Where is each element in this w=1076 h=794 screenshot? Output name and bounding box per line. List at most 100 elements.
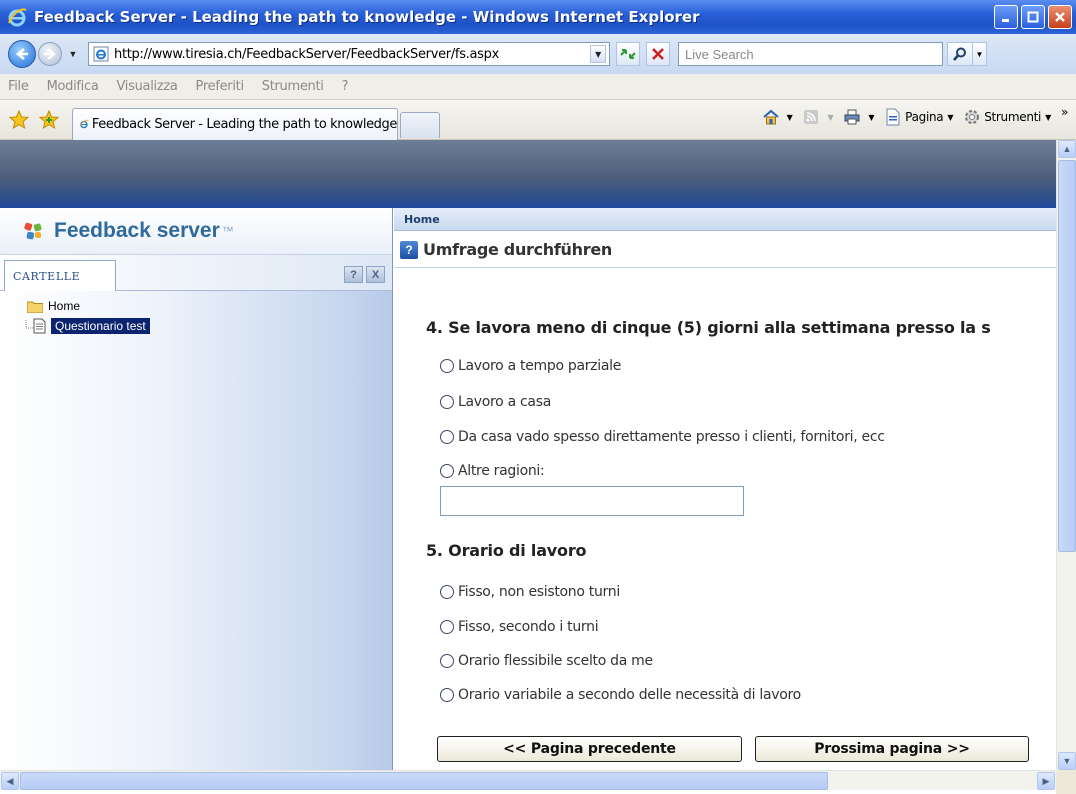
altre-ragioni-text-field[interactable] (440, 486, 744, 516)
window-titlebar: Feedback Server - Leading the path to kn… (0, 0, 1076, 34)
scroll-down-button[interactable]: ▼ (1058, 752, 1076, 770)
radio-button-icon[interactable] (440, 654, 454, 668)
ie-page-icon (93, 46, 109, 62)
radio-button-icon[interactable] (440, 688, 454, 702)
page-title: Umfrage durchführen (423, 240, 612, 259)
stop-icon (652, 48, 664, 60)
radio-button-icon[interactable] (440, 430, 454, 444)
scroll-right-button[interactable]: ▶ (1037, 772, 1055, 790)
arrow-left-icon (15, 48, 28, 60)
menu-strumenti[interactable]: Strumenti (262, 79, 324, 94)
radio-option-orario-flessibile[interactable]: Orario flessibile scelto da me (440, 653, 653, 669)
radio-option-fisso-no-turni[interactable]: Fisso, non esistono turni (440, 584, 620, 600)
question-5-title: 5. Orario di lavoro (426, 541, 587, 560)
menu-file[interactable]: File (8, 79, 29, 94)
tab-label: Feedback Server - Leading the path to kn… (91, 116, 398, 132)
next-page-button[interactable]: Prossima pagina >> (755, 736, 1029, 762)
minimize-icon (1002, 19, 1009, 22)
breadcrumb: Home (394, 208, 1056, 231)
survey-form: 4. Se lavora meno di cinque (5) giorni a… (394, 269, 1056, 770)
page-menu-button[interactable]: Pagina ▼ (884, 108, 953, 126)
radio-option-da-casa[interactable]: Da casa vado spesso direttamente presso … (440, 429, 885, 445)
menu-modifica[interactable]: Modifica (47, 79, 99, 94)
address-field[interactable]: http://www.tiresia.ch/FeedbackServer/Fee… (88, 42, 610, 66)
feedback-logo-icon (24, 222, 42, 240)
menu-preferiti[interactable]: Preferiti (196, 79, 245, 94)
radio-button-icon[interactable] (440, 585, 454, 599)
forward-button[interactable] (38, 42, 62, 66)
print-dropdown-icon[interactable]: ▼ (868, 113, 874, 122)
minimize-button[interactable] (994, 5, 1018, 29)
scrollbar-corner (1056, 770, 1076, 794)
new-tab-button[interactable] (400, 111, 440, 138)
printer-icon (843, 108, 861, 126)
add-star-icon (39, 109, 59, 129)
radio-option-altre-ragioni[interactable]: Altre ragioni: (440, 463, 545, 479)
vertical-scrollbar[interactable]: ▲ ▼ (1056, 140, 1076, 770)
window-controls (994, 5, 1072, 29)
radio-option-lavoro-casa[interactable]: Lavoro a casa (440, 394, 551, 410)
tab-cartelle[interactable]: Cartelle (4, 260, 116, 291)
tab-feedback-server[interactable]: Feedback Server - Leading the path to kn… (72, 107, 398, 140)
sidebar-help-button[interactable]: ? (344, 266, 363, 283)
feeds-button[interactable]: ▼ (802, 108, 834, 126)
radio-option-tempo-parziale[interactable]: Lavoro a tempo parziale (440, 358, 621, 374)
tools-dropdown-icon: ▼ (1045, 112, 1051, 122)
refresh-icon (620, 49, 636, 59)
vertical-scroll-thumb[interactable] (1058, 160, 1076, 552)
close-window-button[interactable] (1048, 5, 1072, 29)
radio-option-fisso-turni[interactable]: Fisso, secondo i turni (440, 619, 599, 635)
option-label: Orario flessibile scelto da me (458, 653, 653, 669)
search-button[interactable] (947, 42, 973, 66)
sidebar-close-button[interactable]: X (366, 266, 385, 283)
close-icon (1055, 12, 1065, 22)
horizontal-scroll-thumb[interactable] (20, 772, 828, 790)
app-logo-text: Feedback server (54, 219, 220, 242)
search-input[interactable]: Live Search (678, 42, 943, 66)
menu-visualizza[interactable]: Visualizza (117, 79, 178, 94)
stop-button[interactable] (646, 42, 670, 66)
home-dropdown-icon[interactable]: ▼ (787, 113, 793, 122)
search-icon (953, 47, 966, 61)
url-text: http://www.tiresia.ch/FeedbackServer/Fee… (114, 46, 499, 62)
previous-page-button[interactable]: << Pagina precedente (437, 736, 742, 762)
home-icon (762, 108, 780, 126)
option-label: Fisso, secondo i turni (458, 619, 599, 635)
help-icon[interactable]: ? (400, 240, 418, 259)
toolbar-overflow-button[interactable]: » (1061, 105, 1068, 119)
horizontal-scrollbar[interactable]: ◀ ▶ (0, 770, 1056, 790)
menu-help[interactable]: ? (342, 79, 349, 94)
scroll-left-button[interactable]: ◀ (1, 772, 19, 790)
tree-item-questionario[interactable]: Questionario test (25, 317, 392, 335)
document-icon (33, 318, 46, 334)
tree-item-home[interactable]: Home (27, 297, 392, 315)
chevron-more-icon: » (1060, 105, 1068, 119)
option-label: Lavoro a tempo parziale (458, 358, 622, 374)
scroll-up-button[interactable]: ▲ (1058, 140, 1076, 158)
search-options-dropdown-icon[interactable]: ▼ (973, 42, 987, 66)
arrow-right-icon (44, 48, 56, 60)
radio-option-orario-variabile[interactable]: Orario variabile a secondo delle necessi… (440, 687, 801, 703)
maximize-button[interactable] (1021, 5, 1045, 29)
radio-button-icon[interactable] (440, 395, 454, 409)
search-placeholder: Live Search (685, 46, 754, 62)
close-icon: X (371, 268, 380, 281)
star-icon (9, 109, 29, 129)
favorites-center-button[interactable] (8, 109, 30, 131)
print-button[interactable]: ▼ (843, 108, 874, 126)
gear-icon (963, 108, 981, 126)
back-button[interactable] (8, 40, 36, 68)
history-dropdown-icon[interactable]: ▼ (66, 49, 80, 59)
url-dropdown-icon[interactable]: ▼ (590, 45, 606, 63)
radio-button-icon[interactable] (440, 359, 454, 373)
add-favorite-button[interactable] (38, 109, 60, 131)
address-toolbar: ▼ http://www.tiresia.ch/FeedbackServer/F… (0, 34, 1076, 74)
feeds-dropdown-icon: ▼ (827, 112, 834, 122)
internet-explorer-icon (8, 8, 27, 27)
tools-menu-button[interactable]: Strumenti ▼ (963, 108, 1051, 126)
radio-button-icon[interactable] (440, 620, 454, 634)
radio-button-icon[interactable] (440, 464, 454, 478)
refresh-button[interactable] (616, 42, 640, 66)
home-button[interactable]: ▼ (762, 108, 793, 126)
breadcrumb-home[interactable]: Home (404, 213, 440, 226)
